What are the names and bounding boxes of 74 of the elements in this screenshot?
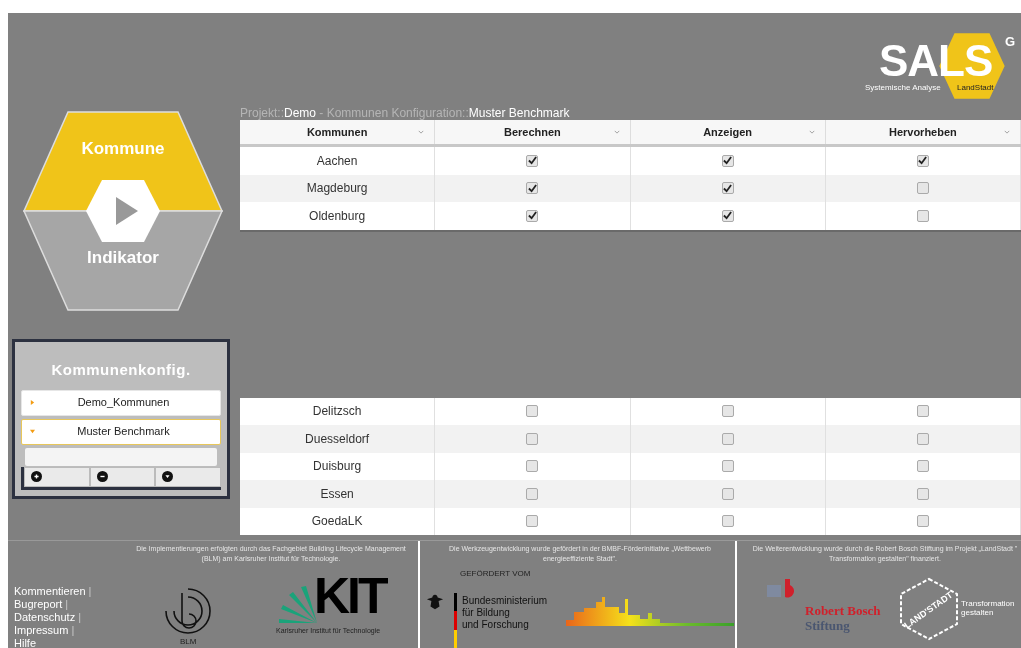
caret-down-icon	[30, 429, 35, 434]
table-cell-text: Duisburg	[313, 458, 362, 476]
checked-checkbox[interactable]	[526, 209, 539, 222]
chevron-down-icon	[613, 130, 620, 134]
tool-button[interactable]	[155, 466, 221, 487]
column-header[interactable]: Hervorheben	[825, 120, 1021, 144]
checked-checkbox[interactable]	[916, 154, 929, 167]
checked-checkbox[interactable]	[526, 182, 539, 195]
config-item[interactable]: Demo_Kommunen	[21, 389, 221, 416]
logo-wordmark: KIT	[314, 571, 386, 621]
checkbox[interactable]	[916, 460, 929, 473]
table-cell-text: Oldenburg	[309, 207, 366, 225]
play-icon[interactable]	[86, 180, 160, 242]
plus-icon	[31, 471, 42, 482]
checkbox[interactable]	[916, 432, 929, 445]
column-header[interactable]: Anzeigen	[630, 120, 826, 144]
section-label: Kommune	[80, 138, 166, 160]
ministry-name: und Forschung	[462, 619, 530, 631]
funding-label: GEFÖRDERT VOM	[460, 568, 531, 580]
caret-down-icon	[162, 471, 174, 482]
checkbox[interactable]	[721, 487, 734, 500]
flag-bar	[454, 593, 457, 648]
checkbox[interactable]	[526, 460, 539, 473]
chevron-down-icon	[808, 130, 815, 134]
checkbox[interactable]	[721, 460, 734, 473]
table-cell-text: Duesseldorf	[305, 430, 370, 448]
checkbox[interactable]	[916, 405, 929, 418]
checkbox[interactable]	[916, 515, 929, 528]
separator: |	[78, 611, 81, 624]
checkbox[interactable]	[916, 487, 929, 500]
chevron-down-icon	[418, 130, 425, 134]
footer-link[interactable]: Bugreport	[14, 598, 63, 611]
minus-icon	[96, 471, 108, 482]
table-cell-text: Magdeburg	[306, 180, 368, 198]
checkbox[interactable]	[721, 515, 734, 528]
checkbox[interactable]	[916, 209, 929, 222]
column-header[interactable]: Berechnen	[435, 120, 631, 144]
chevron-down-icon	[1004, 130, 1010, 134]
checked-checkbox[interactable]	[721, 182, 734, 195]
config-item[interactable]: Muster Benchmark	[21, 418, 221, 445]
logo-caption: Transformation gestalten	[961, 599, 1016, 617]
checked-checkbox[interactable]	[721, 154, 734, 167]
table-cell-text: Essen	[320, 485, 354, 503]
fan-logo-icon	[276, 583, 318, 623]
column-header[interactable]: Kommunen	[240, 120, 436, 144]
footer-link[interactable]: Impressum	[14, 624, 69, 637]
checked-checkbox[interactable]	[526, 154, 539, 167]
panel-title: Kommunenkonfig.	[50, 360, 192, 380]
ministry-name: Bundesministerium	[462, 595, 548, 607]
checkbox[interactable]	[721, 405, 734, 418]
table-cell-text: Aachen	[316, 152, 358, 170]
tool-button[interactable]	[24, 466, 90, 487]
footer-link[interactable]: Hilfe	[14, 637, 36, 648]
foundation-name: Robert Bosch	[805, 602, 881, 620]
checked-checkbox[interactable]	[721, 209, 734, 222]
eagle-icon	[426, 593, 444, 611]
checkbox[interactable]	[526, 405, 539, 418]
tool-button[interactable]	[89, 466, 156, 487]
checkbox[interactable]	[526, 515, 539, 528]
checkbox[interactable]	[916, 182, 929, 195]
footer-link[interactable]: Kommentieren	[14, 585, 86, 598]
caret-right-icon	[30, 400, 35, 405]
ministry-name: für Bildung	[462, 607, 511, 619]
separator: |	[65, 598, 69, 611]
section-label: Indikator	[86, 247, 160, 269]
logo-caption: BLM	[180, 636, 197, 648]
footer-link[interactable]: Datenschutz	[14, 611, 76, 624]
checkbox[interactable]	[526, 487, 539, 500]
table-cell-text: Delitzsch	[312, 403, 362, 421]
checkbox[interactable]	[721, 432, 734, 445]
checkbox[interactable]	[526, 432, 539, 445]
table-cell-text: GoedaLK	[311, 513, 363, 531]
separator: |	[88, 585, 92, 598]
separator: |	[71, 624, 75, 637]
